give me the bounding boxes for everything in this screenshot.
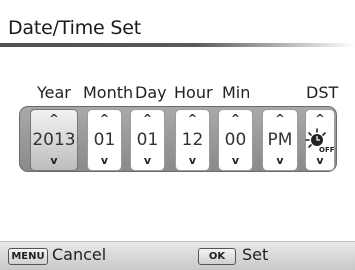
footer-bar: MENU Cancel OK Set <box>0 242 355 270</box>
page-title: Date/Time Set <box>8 17 141 39</box>
year-spinner[interactable]: ^ 2013 v <box>30 109 78 171</box>
day-up-arrow-icon[interactable]: ^ <box>131 113 164 124</box>
date-time-picker-panel: ^ 2013 v ^ 01 v ^ 01 v ^ 12 v ^ 00 v ^ P… <box>19 106 337 172</box>
minute-up-arrow-icon[interactable]: ^ <box>219 113 252 124</box>
day-down-arrow-icon[interactable]: v <box>131 155 164 166</box>
date-time-set-screen: Date/Time Set Year Month Day Hour Min DS… <box>0 0 355 270</box>
month-label: Month <box>83 83 134 102</box>
title-divider <box>0 43 355 47</box>
day-label: Day <box>135 83 167 102</box>
cancel-label[interactable]: Cancel <box>52 245 106 264</box>
ok-key-icon[interactable]: OK <box>198 248 236 265</box>
dst-off-icon: OFF <box>305 128 335 154</box>
hour-down-arrow-icon[interactable]: v <box>176 155 209 166</box>
dst-label: DST <box>306 83 339 102</box>
day-value: 01 <box>136 130 159 150</box>
dst-up-arrow-icon[interactable]: ^ <box>306 113 334 124</box>
day-spinner[interactable]: ^ 01 v <box>130 109 165 171</box>
hour-value: 12 <box>181 130 204 150</box>
dst-down-arrow-icon[interactable]: v <box>306 155 334 166</box>
minute-value: 00 <box>224 130 247 150</box>
set-label[interactable]: Set <box>242 245 268 264</box>
ampm-value: PM <box>267 130 293 150</box>
year-up-arrow-icon[interactable]: ^ <box>31 113 77 124</box>
menu-key-icon[interactable]: MENU <box>8 248 48 265</box>
dst-spinner[interactable]: ^ OFF v <box>305 109 335 171</box>
ampm-spinner[interactable]: ^ PM v <box>262 109 298 171</box>
year-value: 2013 <box>32 130 76 150</box>
ampm-down-arrow-icon[interactable]: v <box>263 155 297 166</box>
month-up-arrow-icon[interactable]: ^ <box>88 113 121 124</box>
column-labels: Year Month Day Hour Min DST <box>0 83 355 105</box>
month-down-arrow-icon[interactable]: v <box>88 155 121 166</box>
minute-spinner[interactable]: ^ 00 v <box>218 109 253 171</box>
year-down-arrow-icon[interactable]: v <box>31 155 77 166</box>
year-label: Year <box>37 83 71 102</box>
hour-up-arrow-icon[interactable]: ^ <box>176 113 209 124</box>
hour-spinner[interactable]: ^ 12 v <box>175 109 210 171</box>
ampm-up-arrow-icon[interactable]: ^ <box>263 113 297 124</box>
hour-label: Hour <box>174 83 213 102</box>
month-value: 01 <box>93 130 116 150</box>
dst-off-text: OFF <box>319 146 335 154</box>
month-spinner[interactable]: ^ 01 v <box>87 109 122 171</box>
minute-down-arrow-icon[interactable]: v <box>219 155 252 166</box>
min-label: Min <box>222 83 251 102</box>
